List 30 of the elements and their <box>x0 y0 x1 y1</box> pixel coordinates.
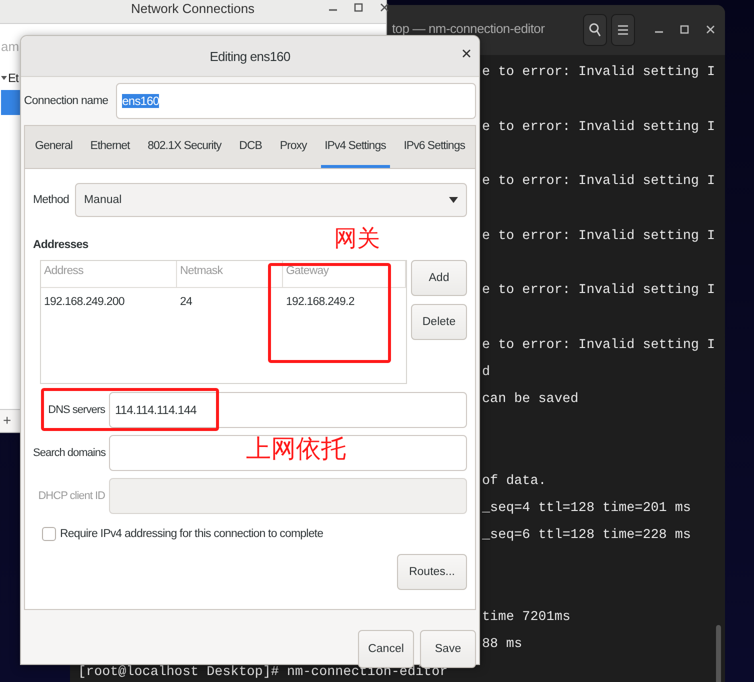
window-title: Network Connections <box>131 1 255 16</box>
annotation-text: 网关 <box>334 224 381 252</box>
terminal-line: e to error: Invalid setting I <box>482 228 716 246</box>
terminal-line: of data. <box>482 472 546 491</box>
field-label: DNS servers <box>47 404 105 416</box>
terminal-line: _seq=6 ttl=128 time=228 ms <box>482 527 691 546</box>
terminal-line: e to error: Invalid setting I <box>482 336 716 354</box>
field-label: DHCP client ID <box>37 490 105 502</box>
terminal-title: top — nm-connection-editor <box>392 21 545 36</box>
table-cell: 192.168.249.200 <box>44 296 124 308</box>
column-header: am <box>1 39 20 54</box>
dialog-title: Editing ens160 <box>210 48 290 64</box>
terminal-line: _seq=4 ttl=128 time=201 ms <box>482 500 691 518</box>
terminal-line: time 7201ms <box>482 609 570 627</box>
terminal-line: can be saved <box>482 391 578 409</box>
terminal-line: e to error: Invalid setting I <box>482 173 716 191</box>
field-label: Search domains <box>33 447 105 459</box>
row-label: Et <box>8 70 18 84</box>
terminal-line: e to error: Invalid setting I <box>482 64 716 82</box>
section-title: Addresses <box>33 239 90 251</box>
terminal-line: d <box>482 364 490 382</box>
table-cell: 24 <box>180 296 192 308</box>
annotation-text: 上网依托 <box>246 432 347 464</box>
terminal-line: e to error: Invalid setting I <box>482 118 716 136</box>
field-label: Connection name <box>24 94 108 106</box>
table-cell: 192.168.249.2 <box>286 296 354 308</box>
field-label: Method <box>33 194 69 206</box>
terminal-line: e to error: Invalid setting I <box>482 282 716 300</box>
checkbox-label: Require IPv4 addressing for this connection to complete <box>60 528 324 540</box>
terminal-line: 88 ms <box>482 636 522 654</box>
